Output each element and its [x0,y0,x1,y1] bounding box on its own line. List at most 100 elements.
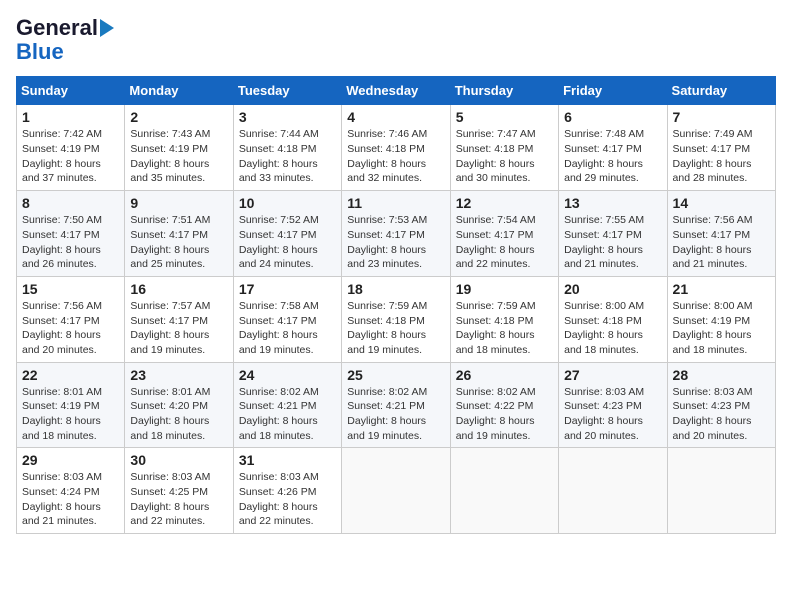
calendar-cell: 11 Sunrise: 7:53 AM Sunset: 4:17 PM Dayli… [342,191,450,277]
logo-text-blue: Blue [16,39,64,64]
calendar-cell: 27 Sunrise: 8:03 AM Sunset: 4:23 PM Dayli… [559,362,667,448]
calendar-cell: 24Sunrise: 8:02 AM Sunset: 4:21 PM Dayli… [233,362,341,448]
calendar-header-monday: Monday [125,77,233,105]
calendar-cell: 4 Sunrise: 7:46 AM Sunset: 4:18 PM Daylig… [342,105,450,191]
day-info: Sunrise: 8:01 AM Sunset: 4:19 PM Dayligh… [22,385,119,444]
calendar-cell: 1Sunrise: 7:42 AM Sunset: 4:19 PM Daylig… [17,105,125,191]
day-number: 29 [22,452,119,468]
calendar-cell: 17Sunrise: 7:58 AM Sunset: 4:17 PM Dayli… [233,276,341,362]
calendar-cell: 13Sunrise: 7:55 AM Sunset: 4:17 PM Dayli… [559,191,667,277]
calendar-week-row: 15 Sunrise: 7:56 AM Sunset: 4:17 PM Dayli… [17,276,776,362]
calendar-week-row: 29Sunrise: 8:03 AM Sunset: 4:24 PM Dayli… [17,448,776,534]
day-number: 4 [347,109,444,125]
day-info: Sunrise: 8:03 AM Sunset: 4:23 PM Dayligh… [564,385,661,444]
calendar-cell: 10 Sunrise: 7:52 AM Sunset: 4:17 PM Dayli… [233,191,341,277]
day-number: 15 [22,281,119,297]
calendar-cell: 14 Sunrise: 7:56 AM Sunset: 4:17 PM Dayli… [667,191,775,277]
calendar-cell: 20 Sunrise: 8:00 AM Sunset: 4:18 PM Dayli… [559,276,667,362]
calendar-cell: 6Sunrise: 7:48 AM Sunset: 4:17 PM Daylig… [559,105,667,191]
calendar-cell: 31 Sunrise: 8:03 AM Sunset: 4:26 PM Dayli… [233,448,341,534]
day-info: Sunrise: 7:59 AM Sunset: 4:18 PM Dayligh… [347,299,444,358]
calendar-header-wednesday: Wednesday [342,77,450,105]
day-number: 3 [239,109,336,125]
day-number: 18 [347,281,444,297]
calendar-cell [667,448,775,534]
day-number: 22 [22,367,119,383]
calendar-header-row: SundayMondayTuesdayWednesdayThursdayFrid… [17,77,776,105]
day-info: Sunrise: 7:52 AM Sunset: 4:17 PM Dayligh… [239,213,336,272]
day-info: Sunrise: 7:58 AM Sunset: 4:17 PM Dayligh… [239,299,336,358]
day-number: 30 [130,452,227,468]
day-number: 2 [130,109,227,125]
day-info: Sunrise: 7:53 AM Sunset: 4:17 PM Dayligh… [347,213,444,272]
day-number: 12 [456,195,553,211]
day-number: 9 [130,195,227,211]
calendar-cell: 16 Sunrise: 7:57 AM Sunset: 4:17 PM Dayli… [125,276,233,362]
calendar-cell: 21Sunrise: 8:00 AM Sunset: 4:19 PM Dayli… [667,276,775,362]
day-info: Sunrise: 7:54 AM Sunset: 4:17 PM Dayligh… [456,213,553,272]
logo-text-general: General [16,16,98,40]
day-number: 11 [347,195,444,211]
day-number: 31 [239,452,336,468]
calendar-cell: 26 Sunrise: 8:02 AM Sunset: 4:22 PM Dayli… [450,362,558,448]
calendar-cell [342,448,450,534]
day-info: Sunrise: 7:57 AM Sunset: 4:17 PM Dayligh… [130,299,227,358]
calendar-cell: 30 Sunrise: 8:03 AM Sunset: 4:25 PM Dayli… [125,448,233,534]
calendar-cell: 3Sunrise: 7:44 AM Sunset: 4:18 PM Daylig… [233,105,341,191]
calendar-header-thursday: Thursday [450,77,558,105]
calendar-week-row: 1Sunrise: 7:42 AM Sunset: 4:19 PM Daylig… [17,105,776,191]
day-info: Sunrise: 7:47 AM Sunset: 4:18 PM Dayligh… [456,127,553,186]
day-number: 24 [239,367,336,383]
day-number: 27 [564,367,661,383]
calendar-cell: 8 Sunrise: 7:50 AM Sunset: 4:17 PM Daylig… [17,191,125,277]
day-info: Sunrise: 7:49 AM Sunset: 4:17 PM Dayligh… [673,127,770,186]
day-number: 5 [456,109,553,125]
calendar-cell: 28Sunrise: 8:03 AM Sunset: 4:23 PM Dayli… [667,362,775,448]
day-info: Sunrise: 8:03 AM Sunset: 4:26 PM Dayligh… [239,470,336,529]
day-info: Sunrise: 7:56 AM Sunset: 4:17 PM Dayligh… [673,213,770,272]
day-info: Sunrise: 8:01 AM Sunset: 4:20 PM Dayligh… [130,385,227,444]
day-info: Sunrise: 8:02 AM Sunset: 4:22 PM Dayligh… [456,385,553,444]
day-number: 13 [564,195,661,211]
calendar-cell: 29Sunrise: 8:03 AM Sunset: 4:24 PM Dayli… [17,448,125,534]
day-info: Sunrise: 8:00 AM Sunset: 4:19 PM Dayligh… [673,299,770,358]
day-number: 20 [564,281,661,297]
logo-arrow-icon [100,19,114,37]
day-info: Sunrise: 7:46 AM Sunset: 4:18 PM Dayligh… [347,127,444,186]
calendar-cell: 18 Sunrise: 7:59 AM Sunset: 4:18 PM Dayli… [342,276,450,362]
day-info: Sunrise: 7:51 AM Sunset: 4:17 PM Dayligh… [130,213,227,272]
logo: General Blue [16,16,114,64]
calendar-week-row: 22 Sunrise: 8:01 AM Sunset: 4:19 PM Dayli… [17,362,776,448]
day-info: Sunrise: 7:50 AM Sunset: 4:17 PM Dayligh… [22,213,119,272]
calendar-cell: 7 Sunrise: 7:49 AM Sunset: 4:17 PM Daylig… [667,105,775,191]
day-number: 8 [22,195,119,211]
page-header: General Blue [16,16,776,64]
day-number: 14 [673,195,770,211]
day-info: Sunrise: 7:59 AM Sunset: 4:18 PM Dayligh… [456,299,553,358]
day-info: Sunrise: 7:56 AM Sunset: 4:17 PM Dayligh… [22,299,119,358]
calendar-cell: 2 Sunrise: 7:43 AM Sunset: 4:19 PM Daylig… [125,105,233,191]
calendar-cell: 19 Sunrise: 7:59 AM Sunset: 4:18 PM Dayli… [450,276,558,362]
day-info: Sunrise: 8:03 AM Sunset: 4:23 PM Dayligh… [673,385,770,444]
calendar-cell: 15 Sunrise: 7:56 AM Sunset: 4:17 PM Dayli… [17,276,125,362]
day-number: 26 [456,367,553,383]
day-info: Sunrise: 7:48 AM Sunset: 4:17 PM Dayligh… [564,127,661,186]
calendar-week-row: 8 Sunrise: 7:50 AM Sunset: 4:17 PM Daylig… [17,191,776,277]
day-number: 23 [130,367,227,383]
calendar-cell: 22 Sunrise: 8:01 AM Sunset: 4:19 PM Dayli… [17,362,125,448]
day-info: Sunrise: 8:03 AM Sunset: 4:25 PM Dayligh… [130,470,227,529]
day-info: Sunrise: 8:00 AM Sunset: 4:18 PM Dayligh… [564,299,661,358]
day-info: Sunrise: 8:02 AM Sunset: 4:21 PM Dayligh… [347,385,444,444]
day-info: Sunrise: 7:42 AM Sunset: 4:19 PM Dayligh… [22,127,119,186]
day-info: Sunrise: 7:43 AM Sunset: 4:19 PM Dayligh… [130,127,227,186]
day-number: 10 [239,195,336,211]
calendar-cell [559,448,667,534]
day-number: 16 [130,281,227,297]
calendar-header-tuesday: Tuesday [233,77,341,105]
day-number: 7 [673,109,770,125]
calendar-header-saturday: Saturday [667,77,775,105]
calendar-cell: 23 Sunrise: 8:01 AM Sunset: 4:20 PM Dayli… [125,362,233,448]
calendar-header-friday: Friday [559,77,667,105]
day-number: 19 [456,281,553,297]
calendar-cell: 5 Sunrise: 7:47 AM Sunset: 4:18 PM Daylig… [450,105,558,191]
